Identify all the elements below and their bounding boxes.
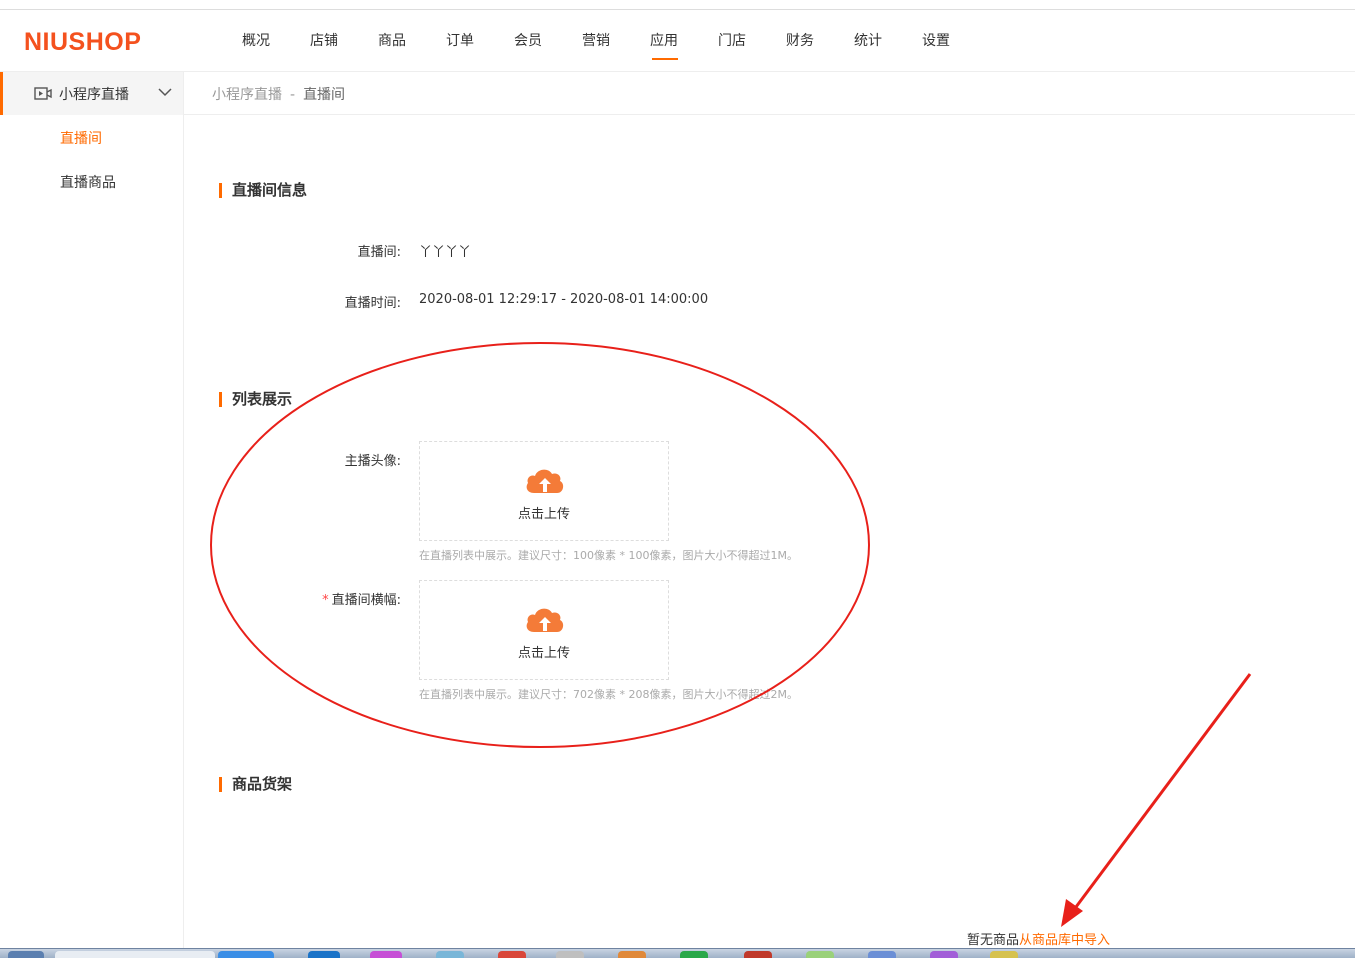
avatar-upload-text: 点击上传 [517, 507, 570, 522]
avatar-upload[interactable]: 点击上传 [419, 441, 669, 541]
section-title-shelf: 商品货架 [219, 777, 292, 792]
header-divider [0, 71, 1355, 72]
nav-store[interactable]: 店铺 [290, 24, 358, 60]
room-value: 丫丫丫丫 [419, 245, 472, 260]
avatar-tip: 在直播列表中展示。建议尺寸：100像素 * 100像素，图片大小不得超过1M。 [419, 549, 798, 562]
video-icon [34, 87, 52, 100]
shelf-empty: 暂无商品从商品库中导入 [967, 929, 1110, 948]
room-label: 直播间: [357, 245, 401, 260]
nav-finance[interactable]: 财务 [766, 24, 834, 60]
nav-apps[interactable]: 应用 [630, 24, 698, 60]
banner-tip: 在直播列表中展示。建议尺寸：702像素 * 208像素，图片大小不得超过2M。 [419, 688, 798, 701]
nav-settings[interactable]: 设置 [902, 24, 970, 60]
breadcrumb-separator: - [290, 87, 296, 103]
nav-stores[interactable]: 门店 [698, 24, 766, 60]
sidebar-group-live[interactable]: 小程序直播 [0, 72, 183, 115]
sidebar-group-label: 小程序直播 [59, 87, 129, 103]
cloud-upload-icon [526, 469, 564, 493]
banner-upload[interactable]: 点击上传 [419, 580, 669, 680]
breadcrumb-parent[interactable]: 小程序直播 [212, 87, 282, 103]
section-title-info: 直播间信息 [219, 183, 307, 198]
nav-goods[interactable]: 商品 [358, 24, 426, 60]
banner-label: * 直播间横幅: [221, 589, 401, 608]
avatar-label: 主播头像: [344, 454, 401, 469]
nav-statistics[interactable]: 统计 [834, 24, 902, 60]
banner-upload-text: 点击上传 [517, 646, 570, 661]
annotation-arrow-line [1068, 673, 1252, 916]
top-border [0, 9, 1355, 10]
section-title-list: 列表展示 [219, 392, 292, 407]
time-value: 2020-08-01 12:29:17 - 2020-08-01 14:00:0… [419, 292, 709, 307]
breadcrumb: 小程序直播 - 直播间 [212, 84, 345, 104]
time-label: 直播时间: [344, 296, 401, 311]
required-mark: * [322, 593, 329, 608]
sidebar-item-live-goods[interactable]: 直播商品 [60, 172, 116, 192]
cloud-upload-icon [526, 608, 564, 632]
import-goods-link[interactable]: 从商品库中导入 [1019, 933, 1110, 948]
sidebar-item-live-room[interactable]: 直播间 [60, 128, 102, 148]
banner-label-text: 直播间横幅: [331, 593, 401, 608]
sidebar: 小程序直播 直播间 直播商品 [0, 72, 184, 957]
annotation-arrow-head [1061, 899, 1083, 927]
nav-overview[interactable]: 概况 [222, 24, 290, 60]
shelf-empty-text: 暂无商品 [967, 933, 1020, 948]
nav-members[interactable]: 会员 [494, 24, 562, 60]
annotation-overlay [210, 342, 1252, 927]
breadcrumb-divider [184, 114, 1355, 115]
breadcrumb-current: 直播间 [303, 87, 346, 103]
chevron-down-icon [158, 88, 172, 97]
main-nav: 概况 店铺 商品 订单 会员 营销 应用 门店 财务 统计 设置 [222, 24, 970, 60]
logo[interactable]: NIUSHOP [24, 28, 141, 57]
nav-orders[interactable]: 订单 [426, 24, 494, 60]
nav-marketing[interactable]: 营销 [562, 24, 630, 60]
